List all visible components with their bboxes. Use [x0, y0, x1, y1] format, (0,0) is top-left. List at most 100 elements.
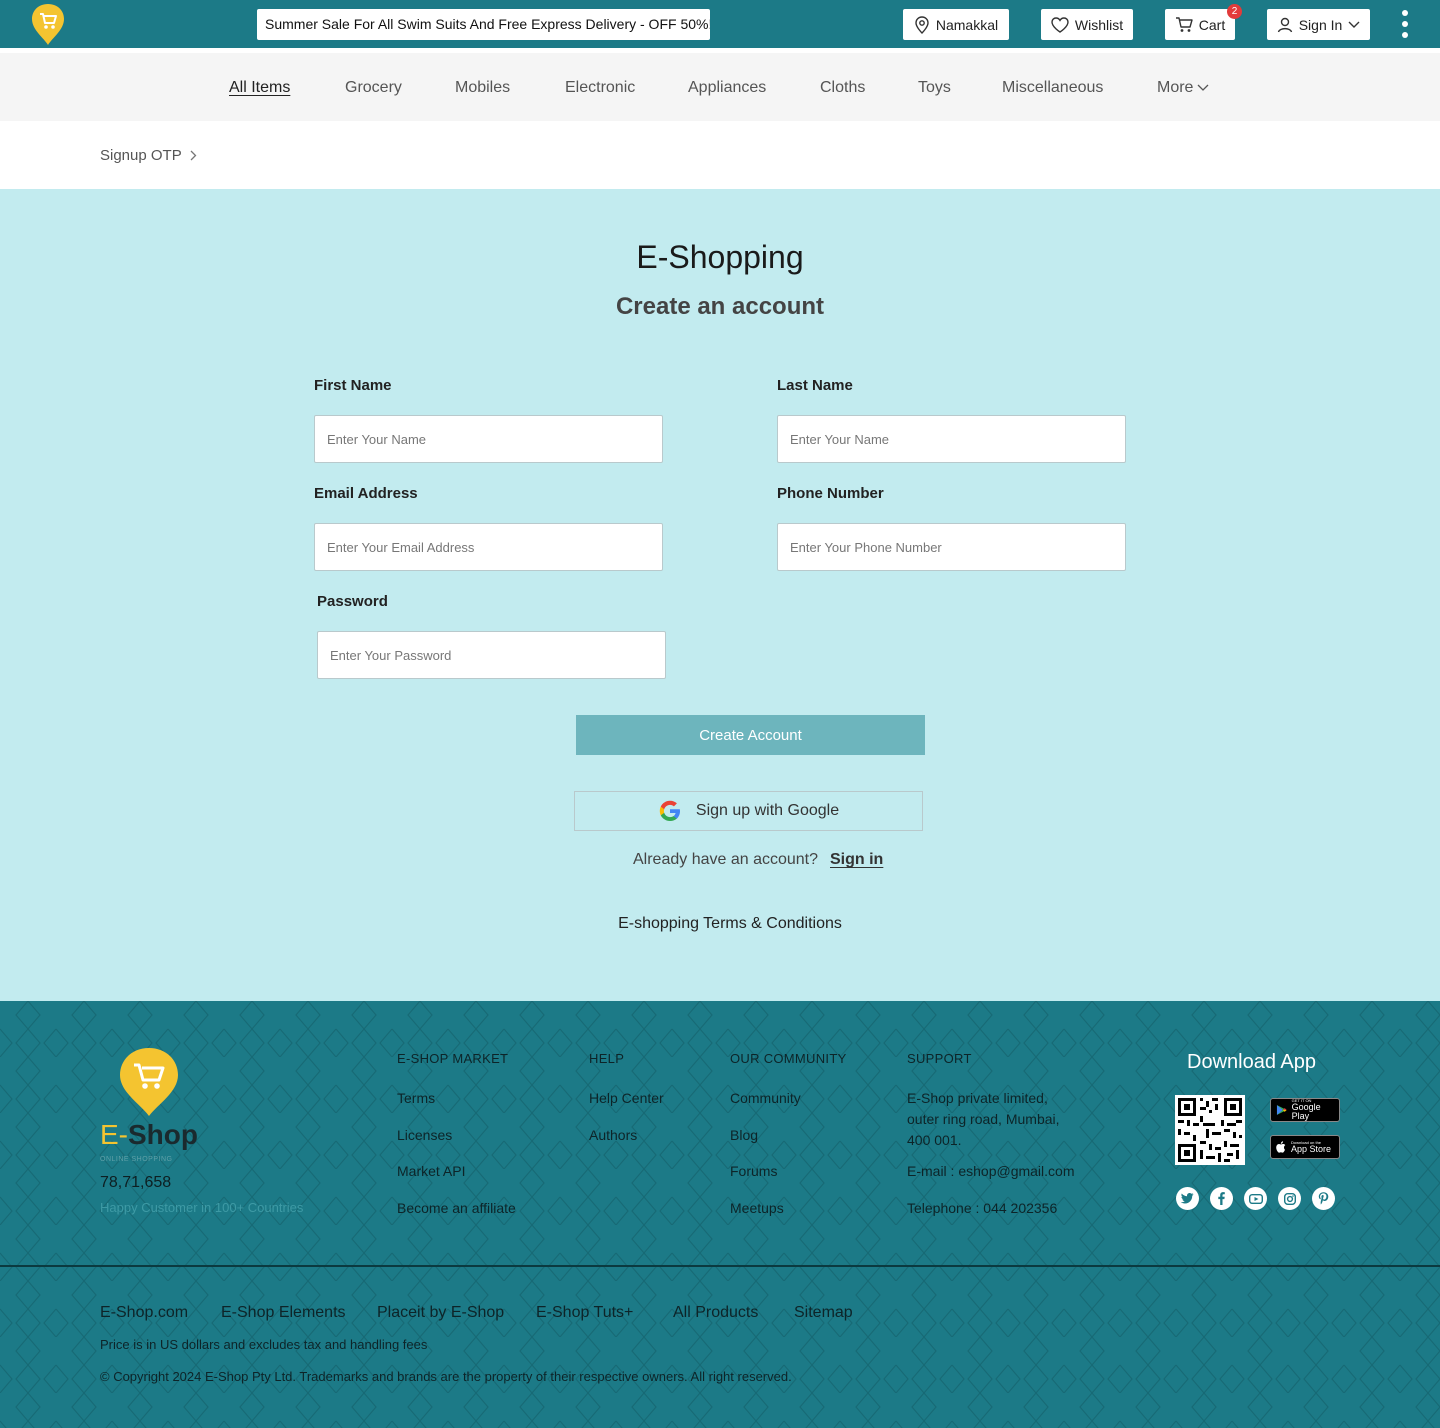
footer-logo-name: Shop — [128, 1119, 198, 1150]
user-icon — [1277, 17, 1292, 32]
location-label: Namakkal — [935, 16, 999, 33]
sign-in-label: Sign In — [1298, 16, 1343, 33]
google-play-badge[interactable]: GET IT ON Google Play — [1270, 1098, 1340, 1122]
bottom-link-elements[interactable]: E-Shop Elements — [221, 1304, 346, 1322]
sign-in-dropdown[interactable]: Sign In — [1267, 9, 1370, 40]
sign-in-link[interactable]: Sign in — [830, 851, 883, 869]
support-email[interactable]: E-mail : eshop@gmail.com — [907, 1163, 1075, 1179]
create-account-button[interactable]: Create Account — [576, 715, 925, 755]
footer-link-meetups[interactable]: Meetups — [730, 1200, 784, 1216]
bottom-link-all-products[interactable]: All Products — [673, 1304, 758, 1322]
customer-count: 78,71,658 — [100, 1174, 172, 1191]
breadcrumb: Signup OTP — [100, 147, 197, 164]
terms-link[interactable]: E-shopping Terms & Conditions — [0, 915, 1440, 933]
category-nav: All Items Grocery Mobiles Electronic App… — [0, 53, 1440, 121]
page-subtitle: Create an account — [615, 293, 825, 320]
footer: E-Shop ONLINE SHOPPING 78,71,658 Happy C… — [0, 1001, 1440, 1428]
footer-link-community[interactable]: Community — [730, 1090, 801, 1106]
footer-link-authors[interactable]: Authors — [589, 1127, 637, 1143]
phone-field[interactable] — [777, 523, 1126, 571]
bottom-link-tuts[interactable]: E-Shop Tuts+ — [536, 1304, 633, 1322]
password-label: Password — [317, 593, 388, 610]
google-play-icon — [1276, 1105, 1287, 1115]
more-options-icon[interactable] — [1397, 10, 1413, 38]
copyright: © Copyright 2024 E-Shop Pty Ltd. Tradema… — [100, 1369, 792, 1384]
email-field[interactable] — [314, 523, 663, 571]
location-button[interactable]: Namakkal — [903, 9, 1009, 40]
community-heading: OUR COMMUNITY — [730, 1051, 847, 1066]
qr-code-icon[interactable] — [1175, 1095, 1245, 1165]
cart-label: Cart — [1198, 16, 1226, 33]
footer-link-terms[interactable]: Terms — [397, 1090, 435, 1106]
heart-icon — [1051, 16, 1069, 33]
last-name-field[interactable] — [777, 415, 1126, 463]
customer-text: Happy Customer in 100+ Countries — [100, 1200, 304, 1215]
google-play-label: Google Play — [1291, 1102, 1321, 1121]
last-name-label: Last Name — [777, 377, 853, 394]
nav-item-electronic[interactable]: Electronic — [565, 79, 635, 97]
footer-link-forums[interactable]: Forums — [730, 1163, 777, 1179]
password-field[interactable] — [317, 631, 666, 679]
footer-logo-text: E-Shop — [100, 1119, 198, 1151]
youtube-icon[interactable] — [1244, 1187, 1267, 1210]
footer-link-affiliate[interactable]: Become an affiliate — [397, 1200, 516, 1216]
google-icon — [659, 800, 680, 821]
pinterest-icon[interactable] — [1312, 1187, 1335, 1210]
shop-logo-icon[interactable] — [30, 2, 66, 46]
bottom-link-sitemap[interactable]: Sitemap — [794, 1304, 853, 1322]
google-button-label: Sign up with Google — [695, 802, 840, 819]
footer-logo-tagline: ONLINE SHOPPING — [100, 1156, 173, 1163]
email-label: Email Address — [314, 485, 418, 502]
cart-count-badge: 2 — [1227, 4, 1242, 19]
nav-item-appliances[interactable]: Appliances — [688, 79, 766, 97]
market-heading: E-SHOP MARKET — [397, 1051, 509, 1066]
support-heading: SUPPORT — [907, 1051, 972, 1066]
chevron-down-icon — [1197, 84, 1209, 91]
support-phone[interactable]: Telephone : 044 202356 — [907, 1200, 1057, 1216]
wishlist-button[interactable]: Wishlist — [1041, 9, 1133, 40]
footer-link-blog[interactable]: Blog — [730, 1127, 758, 1143]
support-address: E-Shop private limited, outer ring road,… — [907, 1090, 1060, 1148]
apple-icon — [1276, 1141, 1286, 1153]
nav-item-cloths[interactable]: Cloths — [820, 79, 865, 97]
breadcrumb-item-signup-otp[interactable]: Signup OTP — [100, 147, 182, 164]
cart-icon — [1175, 17, 1193, 32]
twitter-icon[interactable] — [1176, 1187, 1199, 1210]
price-note: Price is in US dollars and excludes tax … — [100, 1337, 428, 1352]
phone-label: Phone Number — [777, 485, 884, 502]
nav-item-grocery[interactable]: Grocery — [345, 79, 402, 97]
first-name-field[interactable] — [314, 415, 663, 463]
footer-link-market-api[interactable]: Market API — [397, 1163, 465, 1179]
download-app-title: Download App — [1187, 1051, 1316, 1073]
already-account-text: Already have an account? — [633, 851, 819, 868]
nav-item-more[interactable]: More — [1157, 79, 1209, 97]
google-signup-button[interactable]: Sign up with Google — [574, 791, 923, 831]
app-store-badge[interactable]: Download on the App Store — [1270, 1135, 1340, 1159]
nav-more-label: More — [1157, 79, 1194, 96]
first-name-label: First Name — [314, 377, 392, 394]
instagram-icon[interactable] — [1278, 1187, 1301, 1210]
bottom-link-placeit[interactable]: Placeit by E-Shop — [377, 1304, 504, 1322]
footer-link-help-center[interactable]: Help Center — [589, 1090, 664, 1106]
signup-section: E-Shopping Create an account First Name … — [0, 189, 1440, 1001]
wishlist-label: Wishlist — [1074, 16, 1124, 33]
footer-link-licenses[interactable]: Licenses — [397, 1127, 452, 1143]
top-bar: Summer Sale For All Swim Suits And Free … — [0, 0, 1440, 48]
footer-logo-prefix: E- — [100, 1119, 128, 1150]
facebook-icon[interactable] — [1210, 1187, 1233, 1210]
cart-button[interactable]: Cart 2 — [1165, 4, 1242, 40]
chevron-down-icon — [1348, 21, 1360, 28]
location-pin-icon — [915, 15, 929, 34]
nav-item-mobiles[interactable]: Mobiles — [455, 79, 510, 97]
bottom-link-eshop-com[interactable]: E-Shop.com — [100, 1304, 188, 1322]
nav-item-all-items[interactable]: All Items — [229, 79, 290, 97]
nav-item-miscellaneous[interactable]: Miscellaneous — [1002, 79, 1103, 97]
footer-divider — [0, 1265, 1440, 1267]
help-heading: HELP — [589, 1051, 625, 1066]
nav-item-toys[interactable]: Toys — [918, 79, 951, 97]
app-store-label: App Store — [1291, 1143, 1332, 1154]
promo-banner[interactable]: Summer Sale For All Swim Suits And Free … — [257, 9, 710, 40]
footer-logo-icon — [120, 1048, 178, 1116]
chevron-right-icon — [190, 150, 197, 161]
brand-title: E-Shopping — [636, 239, 804, 275]
